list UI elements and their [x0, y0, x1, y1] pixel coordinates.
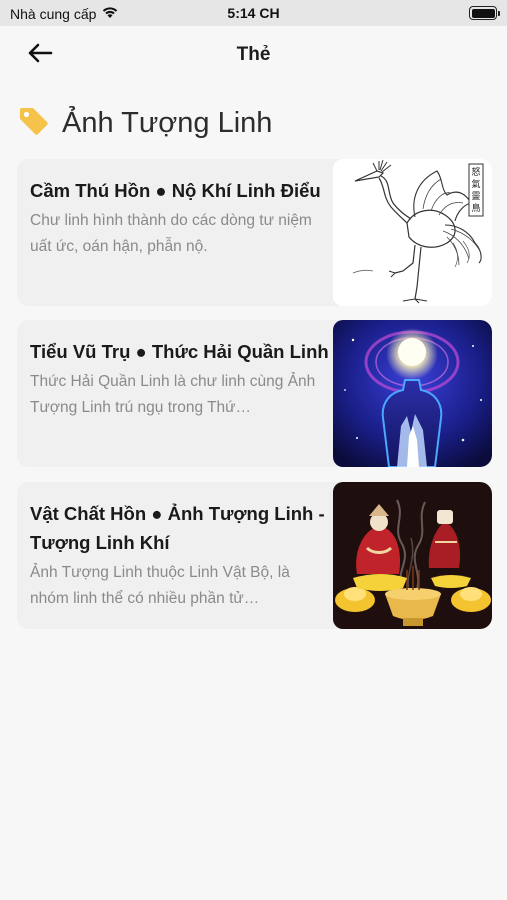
- cosmic-silhouette-image: [333, 320, 492, 467]
- status-bar: Nhà cung cấp 5:14 CH: [0, 0, 507, 26]
- svg-text:靈: 靈: [471, 191, 480, 202]
- card-title: Cầm Thú Hồn ● Nộ Khí Linh Điểu: [30, 180, 321, 201]
- card-title: Tiểu Vũ Trụ ● Thức Hải Quần Linh: [30, 341, 329, 362]
- arrow-left-icon: [27, 42, 53, 69]
- tag-icon: [18, 106, 50, 141]
- page-title: Thẻ: [236, 44, 271, 65]
- crane-sketch-image: 怒 氣 靈 鳥: [333, 159, 492, 306]
- battery-icon: [469, 6, 500, 20]
- card-description: Chư linh hình thành do các dòng tư niệm …: [30, 212, 312, 255]
- card-item[interactable]: Cầm Thú Hồn ● Nộ Khí Linh Điểu Chư linh …: [17, 159, 492, 306]
- card-item[interactable]: Vật Chất Hồn ● Ảnh Tượng Linh - Tượng Li…: [17, 482, 492, 629]
- incense-offering-image: [333, 482, 492, 629]
- card-description: Ảnh Tượng Linh thuộc Linh Vật Bộ, là nhó…: [30, 564, 290, 607]
- card-title: Vật Chất Hồn ● Ảnh Tượng Linh - Tượng Li…: [30, 503, 325, 553]
- svg-text:鳥: 鳥: [471, 202, 480, 214]
- section-title: Ảnh Tượng Linh: [62, 106, 273, 139]
- back-button[interactable]: [22, 40, 58, 70]
- svg-text:氣: 氣: [471, 178, 480, 190]
- section-header: Ảnh Tượng Linh: [18, 102, 272, 144]
- nav-bar: Thẻ: [0, 26, 507, 84]
- status-time: 5:14 CH: [227, 5, 280, 21]
- card-description: Thức Hải Quần Linh là chư linh cùng Ảnh …: [30, 373, 316, 416]
- card-item[interactable]: Tiểu Vũ Trụ ● Thức Hải Quần Linh Thức Hả…: [17, 320, 492, 467]
- seal-text: 怒: [471, 166, 480, 178]
